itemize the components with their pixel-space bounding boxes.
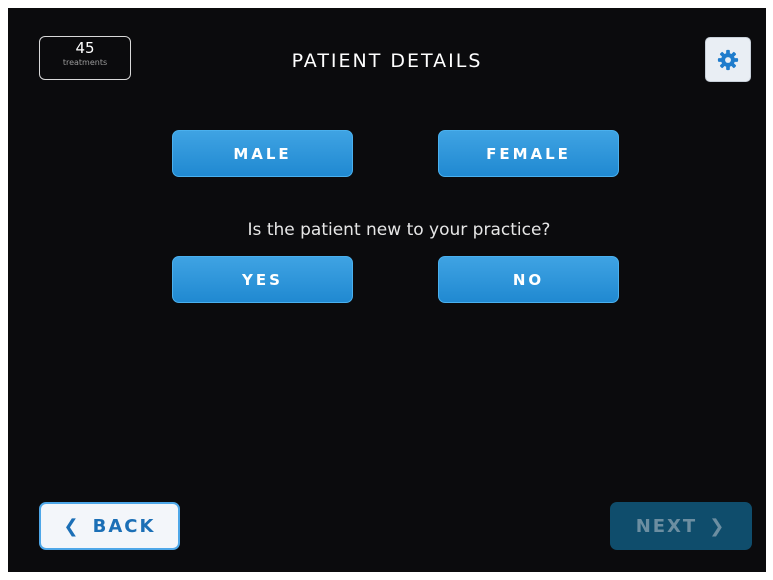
back-button[interactable]: ❮ BACK — [39, 502, 180, 550]
no-button[interactable]: NO — [438, 256, 619, 303]
new-patient-question: Is the patient new to your practice? — [247, 220, 551, 240]
next-button-label: NEXT — [635, 515, 698, 537]
next-button[interactable]: NEXT ❯ — [610, 502, 752, 550]
gear-icon — [717, 49, 739, 70]
female-button[interactable]: FEMALE — [438, 130, 619, 177]
page-title: PATIENT DETAILS — [291, 50, 483, 72]
back-button-label: BACK — [92, 515, 156, 537]
screen: 45 treatments PATIENT DETAILS MALE FEMAL… — [8, 8, 766, 572]
chevron-left-icon: ❮ — [63, 515, 81, 537]
chevron-right-icon: ❯ — [709, 515, 727, 537]
yes-button[interactable]: YES — [172, 256, 353, 303]
male-button[interactable]: MALE — [172, 130, 353, 177]
settings-button[interactable] — [705, 37, 751, 82]
